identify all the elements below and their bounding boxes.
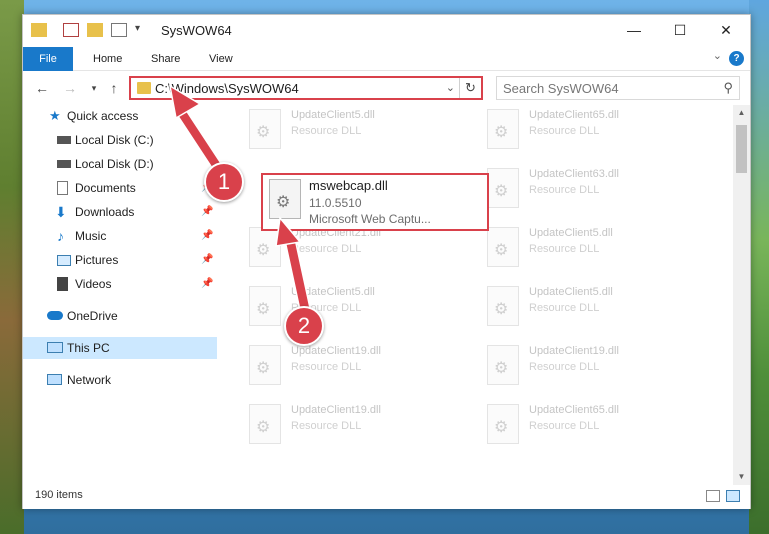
callout-1: 1 [204,162,244,202]
arrow-1-head [168,84,202,120]
callout-2: 2 [284,306,324,346]
annotation-arrows [168,84,311,311]
arrow-2-head [275,216,302,247]
arrow-2-shaft [283,233,311,311]
